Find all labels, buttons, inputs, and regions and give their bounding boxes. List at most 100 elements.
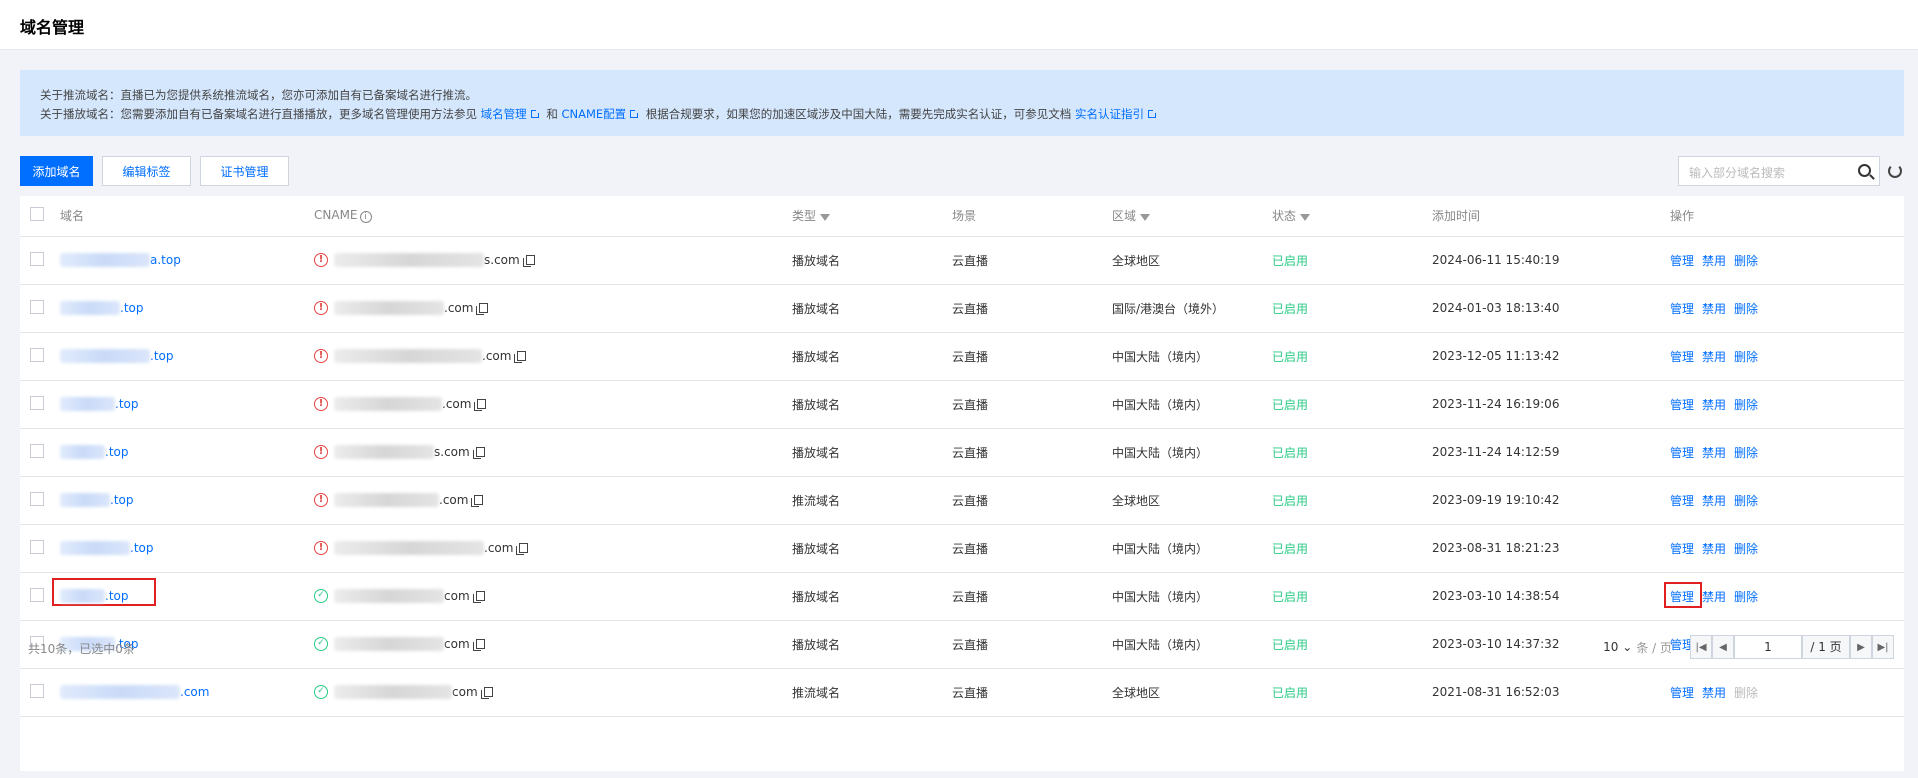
page-number-input[interactable]: 1 (1734, 635, 1802, 659)
manage-link[interactable]: 管理 (1664, 581, 1702, 608)
delete-link[interactable]: 删除 (1734, 590, 1758, 604)
copy-icon[interactable] (516, 543, 529, 556)
disable-link[interactable]: 禁用 (1702, 446, 1726, 460)
redacted-cname (334, 493, 439, 508)
disable-link[interactable]: 禁用 (1702, 494, 1726, 508)
time-cell: 2023-11-24 16:19:06 (1432, 397, 1560, 411)
delete-link[interactable]: 删除 (1734, 398, 1758, 412)
domain-link[interactable]: .top (60, 301, 143, 316)
warning-circle-icon: ! (314, 301, 328, 316)
edit-tags-button[interactable]: 编辑标签 (102, 156, 191, 186)
cname-suffix: .com (482, 348, 512, 363)
delete-link[interactable]: 删除 (1734, 302, 1758, 316)
copy-icon[interactable] (474, 399, 487, 412)
disable-link[interactable]: 禁用 (1702, 590, 1726, 604)
disable-link[interactable]: 禁用 (1702, 254, 1726, 268)
domain-suffix: a.top (150, 252, 181, 267)
manage-link[interactable]: 管理 (1670, 542, 1694, 556)
domain-link[interactable]: a.top (60, 252, 181, 268)
status-badge: 已启用 (1272, 445, 1309, 460)
redacted-domain (60, 301, 120, 316)
disable-link[interactable]: 禁用 (1702, 542, 1726, 556)
row-checkbox[interactable] (30, 299, 44, 314)
search-placeholder: 输入部分域名搜索 (1689, 166, 1786, 180)
cname-suffix: .com (442, 396, 472, 411)
refresh-icon[interactable] (1888, 164, 1902, 178)
domain-link[interactable]: .top (52, 577, 156, 606)
cname-suffix: .com (439, 492, 469, 507)
manage-label: 管理 (1670, 397, 1695, 412)
domain-manage-link[interactable]: 域名管理 (481, 107, 527, 121)
disable-link[interactable]: 禁用 (1702, 398, 1726, 412)
domain-link[interactable]: .com (60, 685, 209, 700)
manage-link[interactable]: 管理 (1670, 302, 1694, 316)
manage-link[interactable]: 管理 (1670, 254, 1694, 268)
row-checkbox[interactable] (30, 491, 44, 506)
realname-guide-link[interactable]: 实名认证指引 (1075, 107, 1144, 121)
search-input[interactable]: 输入部分域名搜索 (1678, 156, 1880, 186)
next-page-icon[interactable]: ▶ (1850, 635, 1872, 659)
time-cell: 2023-11-24 14:12:59 (1432, 445, 1560, 459)
search-icon[interactable] (1858, 164, 1871, 177)
row-checkbox[interactable] (30, 347, 44, 362)
redacted-domain (60, 493, 110, 508)
redacted-cname (334, 685, 452, 700)
copy-icon[interactable] (472, 447, 485, 460)
domain-link[interactable]: .top (60, 540, 154, 556)
redacted-domain (60, 685, 180, 700)
copy-icon[interactable] (472, 591, 485, 604)
page-size-select[interactable]: 10 ⌄ (1603, 640, 1632, 654)
select-all-checkbox[interactable] (30, 207, 44, 222)
row-checkbox[interactable] (30, 587, 44, 602)
copy-icon[interactable] (522, 255, 535, 268)
time-cell: 2023-12-05 11:13:42 (1432, 349, 1560, 363)
filter-icon[interactable] (820, 214, 831, 222)
prev-page-icon[interactable]: ◀ (1712, 635, 1734, 659)
manage-link[interactable]: 管理 (1670, 686, 1694, 700)
manage-link[interactable]: 管理 (1670, 398, 1694, 412)
info-icon[interactable]: i (359, 211, 372, 224)
type-cell: 播放域名 (792, 397, 841, 412)
region-cell: 全球地区 (1112, 493, 1161, 508)
delete-link[interactable]: 删除 (1734, 350, 1758, 364)
row-checkbox[interactable] (30, 683, 44, 698)
col-status: 状态 (1272, 196, 1432, 237)
domain-link[interactable]: .top (60, 349, 173, 364)
row-checkbox[interactable] (30, 395, 44, 410)
delete-link[interactable]: 删除 (1734, 542, 1758, 556)
copy-icon[interactable] (480, 687, 493, 700)
domain-link[interactable]: .top (60, 493, 133, 508)
redacted-domain (60, 349, 150, 364)
copy-icon[interactable] (514, 351, 527, 364)
first-page-icon[interactable]: |◀ (1690, 635, 1712, 659)
cert-manage-button[interactable]: 证书管理 (200, 156, 289, 186)
domain-link[interactable]: .top (60, 445, 128, 460)
manage-link[interactable]: 管理 (1670, 350, 1694, 364)
disable-link[interactable]: 禁用 (1702, 350, 1726, 364)
page-header: 域名管理 (0, 0, 1918, 50)
cname-config-link[interactable]: CNAME配置 (561, 107, 626, 121)
copy-icon[interactable] (476, 303, 489, 316)
filter-icon[interactable] (1140, 214, 1151, 222)
last-page-icon[interactable]: ▶| (1872, 635, 1894, 659)
row-checkbox[interactable] (30, 539, 44, 554)
cname-cell: ! .com (314, 284, 792, 332)
manage-link[interactable]: 管理 (1670, 446, 1694, 460)
delete-link[interactable]: 删除 (1734, 254, 1758, 268)
disable-link[interactable]: 禁用 (1702, 686, 1726, 700)
delete-link[interactable]: 删除 (1734, 494, 1758, 508)
add-domain-button[interactable]: 添加域名 (20, 156, 93, 186)
domain-suffix: .top (130, 540, 154, 555)
warning-circle-icon: ! (314, 445, 328, 460)
delete-link[interactable]: 删除 (1734, 446, 1758, 460)
row-checkbox[interactable] (30, 443, 44, 458)
disable-link[interactable]: 禁用 (1702, 302, 1726, 316)
manage-label: 管理 (1670, 253, 1695, 268)
notice-banner: 关于推流域名：直播已为您提供系统推流域名，您亦可添加自有已备案域名进行推流。 关… (20, 70, 1904, 136)
filter-icon[interactable] (1300, 214, 1311, 222)
domain-link[interactable]: .top (60, 397, 138, 412)
col-ops: 操作 (1670, 196, 1904, 237)
copy-icon[interactable] (471, 495, 484, 508)
row-checkbox[interactable] (30, 251, 44, 266)
manage-link[interactable]: 管理 (1670, 494, 1694, 508)
